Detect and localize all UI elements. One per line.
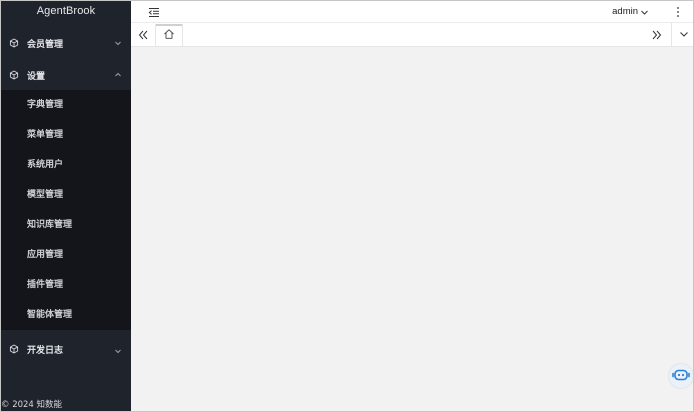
sidebar-item-menus[interactable]: 菜单管理 — [1, 120, 131, 150]
sidebar-item-agents[interactable]: 智能体管理 — [1, 300, 131, 330]
main-content — [131, 48, 693, 411]
username: admin — [612, 6, 638, 17]
sidebar-item-models[interactable]: 模型管理 — [1, 180, 131, 210]
app-logo: AgentBrook — [36, 5, 96, 17]
sidebar-group-dev-log[interactable]: 开发日志 — [1, 334, 131, 364]
chevron-up-icon — [114, 71, 122, 79]
more-vertical-icon[interactable] — [673, 4, 683, 20]
sidebar-item-system-users[interactable]: 系统用户 — [1, 150, 131, 180]
settings-submenu: 字典管理 菜单管理 系统用户 模型管理 知识库管理 应用管理 插件管理 智能体管… — [1, 90, 131, 330]
robot-icon — [672, 368, 690, 385]
sidebar-group-label: 会员管理 — [27, 39, 64, 50]
assistant-bot-button[interactable] — [669, 364, 693, 388]
chevron-down-icon — [114, 39, 122, 47]
tabs-dropdown-button[interactable] — [671, 23, 693, 47]
app-window: AgentBrook 会员管理 设置 字典管理 菜单管理 系统用户 模型管理 知… — [0, 0, 694, 412]
cube-icon — [9, 344, 19, 354]
sidebar-item-applications[interactable]: 应用管理 — [1, 240, 131, 270]
home-icon — [163, 28, 175, 43]
cube-icon — [9, 70, 19, 80]
sidebar-item-dictionary[interactable]: 字典管理 — [1, 90, 131, 120]
sidebar: AgentBrook 会员管理 设置 字典管理 菜单管理 系统用户 模型管理 知… — [1, 1, 131, 411]
sidebar-item-plugins[interactable]: 插件管理 — [1, 270, 131, 300]
menu-fold-icon[interactable] — [147, 5, 161, 19]
copyright-footer: © 2024 知数能 — [1, 400, 63, 410]
top-header: admin — [131, 1, 693, 23]
user-menu[interactable]: admin — [612, 4, 649, 20]
chevron-down-icon — [640, 8, 649, 17]
tab-home[interactable] — [155, 24, 183, 47]
chevron-down-icon — [679, 29, 689, 42]
sidebar-group-member-management[interactable]: 会员管理 — [1, 28, 131, 58]
chevron-down-icon — [114, 347, 122, 355]
cube-icon — [9, 38, 19, 48]
double-chevron-left-icon[interactable] — [135, 27, 151, 43]
sidebar-item-knowledge-base[interactable]: 知识库管理 — [1, 210, 131, 240]
tabs-bar — [131, 23, 693, 47]
double-chevron-right-icon[interactable] — [649, 27, 665, 43]
sidebar-group-label: 设置 — [27, 71, 46, 82]
sidebar-group-label: 开发日志 — [27, 345, 64, 356]
sidebar-group-settings[interactable]: 设置 — [1, 60, 131, 90]
